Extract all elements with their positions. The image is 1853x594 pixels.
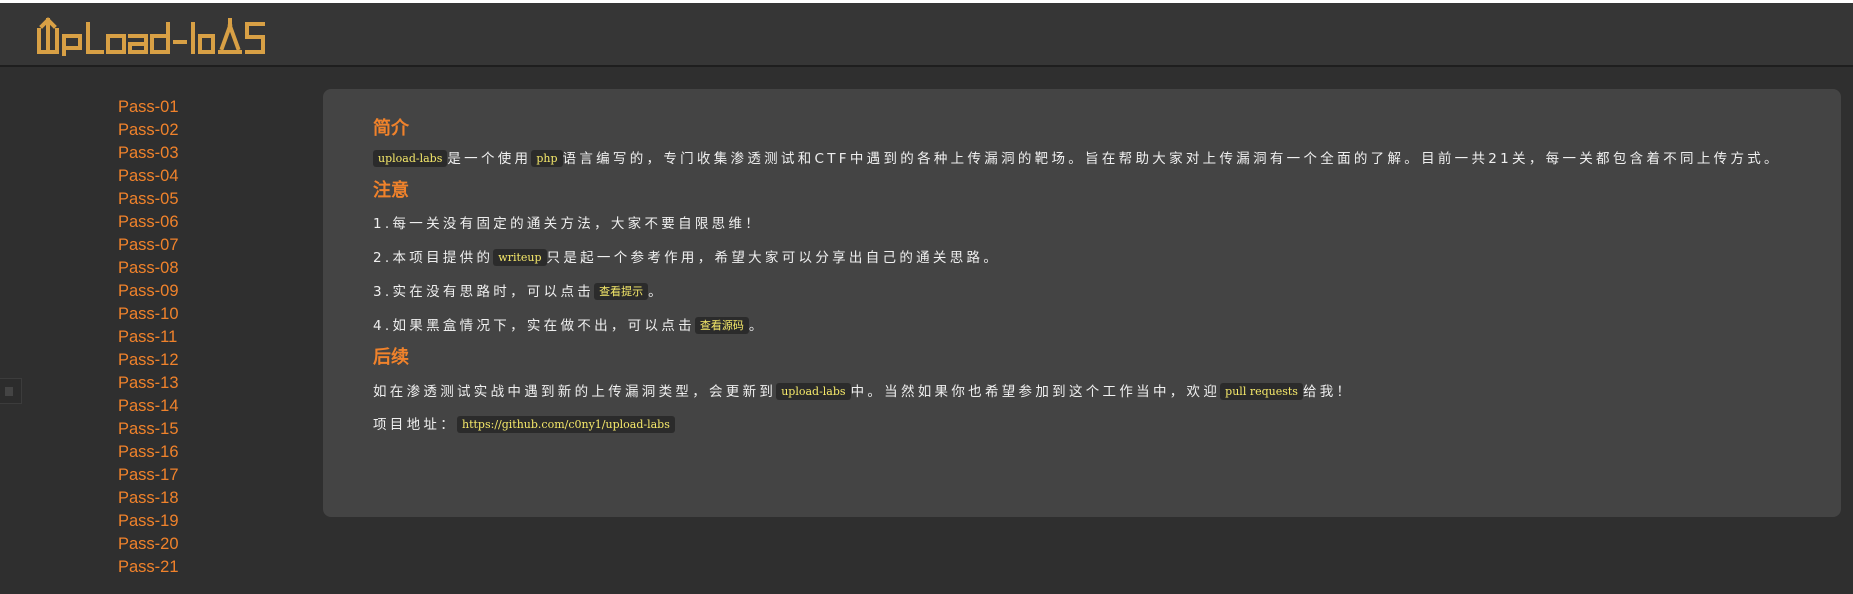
- sidebar-toggle[interactable]: [0, 378, 22, 404]
- followup-text-post: 给我！: [1302, 384, 1354, 400]
- note-item-3-text-pre: 3.实在没有思路时，可以点击: [373, 284, 595, 300]
- project-url-link[interactable]: https://github.com/c0ny1/upload-labs: [457, 416, 675, 433]
- intro-code-upload-labs: upload-labs: [373, 150, 448, 167]
- logo[interactable]: [36, 16, 268, 56]
- intro-code-php: php: [531, 150, 563, 167]
- project-address: 项目地址： https://github.com/c0ny1/upload-lab…: [373, 416, 1791, 435]
- note-item-4: 4.如果黑盒情况下，实在做不出，可以点击 查看源码。: [373, 317, 1791, 336]
- project-url: https://github.com/c0ny1/upload-labs: [457, 416, 675, 433]
- sidebar-item-pass-18[interactable]: Pass-18: [118, 487, 268, 510]
- note-item-2-text-post: 只是起一个参考作用，希望大家可以分享出自己的通关思路。: [546, 250, 1001, 266]
- project-address-label: 项目地址：: [373, 417, 457, 433]
- sidebar-item-pass-02[interactable]: Pass-02: [118, 119, 268, 142]
- intro-text-1: 是一个使用: [447, 151, 532, 167]
- header: [0, 3, 1853, 67]
- intro-paragraph: upload-labs 是一个使用 php 语言编写的，专门收集渗透测试和CTF中遇到…: [373, 150, 1791, 169]
- note-item-3: 3.实在没有思路时，可以点击 查看提示。: [373, 283, 1791, 302]
- sidebar-item-pass-07[interactable]: Pass-07: [118, 234, 268, 257]
- sidebar-item-pass-16[interactable]: Pass-16: [118, 441, 268, 464]
- view-hint-label: 查看提示: [594, 283, 649, 300]
- note-item-4-text-post: 。: [748, 318, 766, 334]
- square-icon: [5, 387, 13, 396]
- sidebar-item-pass-14[interactable]: Pass-14: [118, 395, 268, 418]
- sidebar-item-pass-12[interactable]: Pass-12: [118, 349, 268, 372]
- sidebar-item-pass-03[interactable]: Pass-03: [118, 142, 268, 165]
- sidebar-item-pass-10[interactable]: Pass-10: [118, 303, 268, 326]
- followup-heading: 后续: [373, 347, 409, 367]
- sidebar-item-pass-06[interactable]: Pass-06: [118, 211, 268, 234]
- sidebar-item-pass-15[interactable]: Pass-15: [118, 418, 268, 441]
- followup-code-upload-labs: upload-labs: [776, 383, 851, 400]
- sidebar-item-pass-19[interactable]: Pass-19: [118, 510, 268, 533]
- note-item-2-text-pre: 2.本项目提供的: [373, 250, 494, 266]
- note-item-3-text-post: 。: [648, 284, 665, 300]
- notes-heading: 注意: [373, 180, 409, 200]
- writeup-code: writeup: [493, 249, 547, 266]
- pull-requests-code: pull requests: [1220, 383, 1303, 400]
- followup-paragraph: 如在渗透测试实战中遇到新的上传漏洞类型，会更新到 upload-labs 中。当然如…: [373, 383, 1791, 402]
- followup-text-mid: 中。当然如果你也希望参加到这个工作当中，欢迎: [850, 384, 1221, 400]
- sidebar-item-pass-09[interactable]: Pass-09: [118, 280, 268, 303]
- sidebar-item-pass-21[interactable]: Pass-21: [118, 556, 268, 579]
- intro-heading: 简介: [373, 118, 409, 138]
- view-hint-link[interactable]: 查看提示: [594, 283, 649, 300]
- sidebar-item-pass-20[interactable]: Pass-20: [118, 533, 268, 556]
- view-source-link[interactable]: 查看源码: [694, 317, 749, 334]
- sidebar-item-pass-17[interactable]: Pass-17: [118, 464, 268, 487]
- sidebar-item-pass-11[interactable]: Pass-11: [118, 326, 268, 349]
- sidebar-item-pass-05[interactable]: Pass-05: [118, 188, 268, 211]
- sidebar-item-pass-01[interactable]: Pass-01: [118, 96, 268, 119]
- note-item-2: 2.本项目提供的 writeup 只是起一个参考作用，希望大家可以分享出自己的通关思…: [373, 249, 1791, 268]
- intro-text-2: 语言编写的，专门收集渗透测试和CTF中遇到的各种上传漏洞的靶场。旨在帮助大家对上…: [562, 151, 1781, 167]
- content-panel: 简介 upload-labs 是一个使用 php 语言编写的，专门收集渗透测试和CTF…: [323, 89, 1841, 517]
- sidebar-item-pass-08[interactable]: Pass-08: [118, 257, 268, 280]
- sidebar-item-pass-13[interactable]: Pass-13: [118, 372, 268, 395]
- note-item-1: 1.每一关没有固定的通关方法，大家不要自限思维！: [373, 216, 763, 232]
- sidebar-nav: Pass-01 Pass-02 Pass-03 Pass-04 Pass-05 …: [118, 96, 268, 579]
- logo-image: [37, 17, 265, 56]
- followup-text-pre: 如在渗透测试实战中遇到新的上传漏洞类型，会更新到: [373, 384, 777, 400]
- note-item-4-text-pre: 4.如果黑盒情况下，实在做不出，可以点击: [373, 318, 695, 334]
- view-source-label: 查看源码: [694, 317, 749, 334]
- sidebar-item-pass-04[interactable]: Pass-04: [118, 165, 268, 188]
